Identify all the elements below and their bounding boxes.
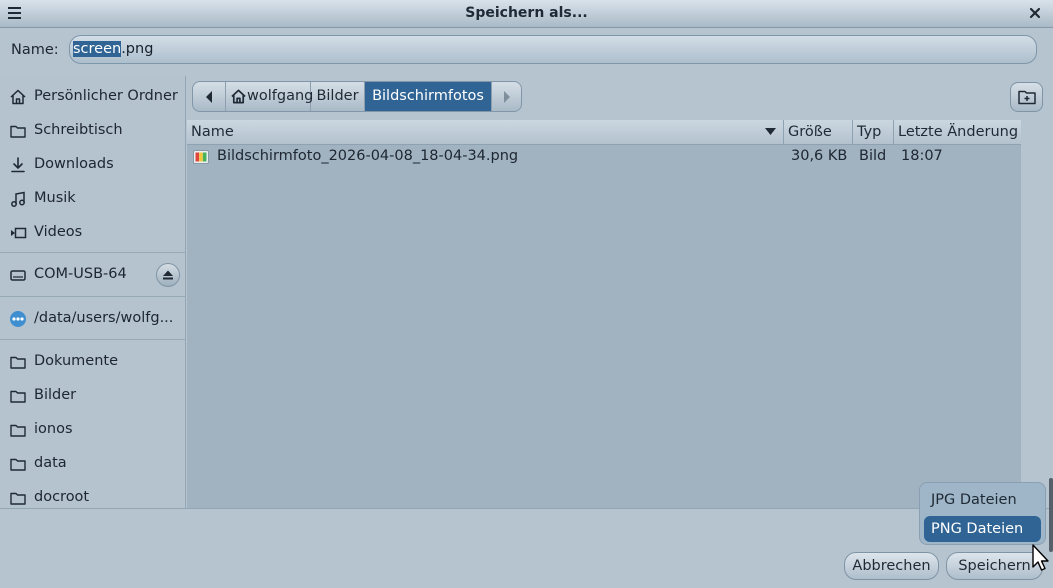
new-folder-button[interactable] (1010, 82, 1043, 112)
video-icon (9, 224, 27, 242)
sidebar-item-label: Bilder (34, 387, 77, 403)
folder-icon (9, 455, 27, 473)
filename-selection: screen (73, 41, 122, 57)
sidebar-item-bookmark-bilder[interactable]: Bilder (0, 379, 185, 411)
drive-icon (9, 266, 27, 284)
eject-icon (160, 267, 176, 283)
column-header-name[interactable]: Name (187, 120, 784, 144)
sidebar-item-label: Downloads (34, 156, 114, 172)
places-sidebar: Persönlicher Ordner Schreibtisch Downloa… (0, 76, 186, 508)
file-list[interactable] (187, 120, 1021, 508)
music-icon (9, 190, 27, 208)
new-folder-icon (1017, 88, 1037, 106)
sidebar-item-label: ionos (34, 421, 73, 437)
sidebar-separator (0, 252, 185, 253)
mouse-pointer-icon (1031, 544, 1051, 574)
file-size: 30,6 KB (791, 148, 848, 164)
sidebar-item-label: docroot (34, 489, 90, 505)
download-icon (9, 156, 27, 174)
file-type-filter-menu: JPG Dateien PNG Dateien (919, 482, 1046, 545)
path-segment-label: Bilder (316, 88, 359, 104)
sidebar-item-label: /data/users/wolfg... (34, 310, 174, 326)
home-icon (230, 88, 247, 105)
column-header-label: Typ (857, 124, 882, 140)
sidebar-item-music[interactable]: Musik (0, 182, 185, 214)
column-header-size[interactable]: Größe (784, 120, 853, 144)
path-segment-home[interactable]: wolfgang (226, 82, 314, 111)
chevron-left-icon (203, 90, 215, 104)
path-segment-bildschirmfotos[interactable]: Bildschirmfotos (365, 82, 492, 111)
sidebar-item-label: Dokumente (34, 353, 119, 369)
path-back-button[interactable] (193, 82, 226, 111)
filename-extension: .png (121, 41, 154, 57)
right-margin (1021, 120, 1053, 508)
column-header-modified[interactable]: Letzte Änderung (894, 120, 1021, 144)
folder-icon (9, 421, 27, 439)
image-file-icon (193, 149, 209, 165)
scrollbar-thumb[interactable] (1049, 478, 1053, 552)
column-header-type[interactable]: Typ (853, 120, 894, 144)
sidebar-item-bookmark-ionos[interactable]: ionos (0, 413, 185, 445)
file-list-header: Name Größe Typ Letzte Änderung (187, 120, 1021, 145)
sidebar-item-bookmark-docroot[interactable]: docroot (0, 481, 185, 508)
sidebar-item-videos[interactable]: Videos (0, 216, 185, 248)
sidebar-item-label: Videos (34, 224, 83, 240)
save-button[interactable]: Speichern (946, 552, 1043, 580)
file-type: Bild (859, 148, 887, 164)
sidebar-item-bookmark-data[interactable]: data (0, 447, 185, 479)
name-label: Name: (11, 42, 59, 58)
close-icon[interactable] (1026, 4, 1044, 22)
folder-icon (9, 489, 27, 507)
folder-icon (9, 353, 27, 371)
sidebar-item-label: data (34, 455, 67, 471)
network-icon (9, 310, 27, 328)
folder-icon (9, 387, 27, 405)
chevron-right-icon (501, 90, 513, 104)
filter-option-jpg[interactable]: JPG Dateien (924, 487, 1041, 513)
folder-icon (9, 122, 27, 140)
path-forward-button[interactable] (492, 82, 521, 111)
column-header-label: Größe (788, 124, 832, 140)
filename-input[interactable]: screen.png (69, 35, 1037, 64)
sidebar-item-network-share[interactable]: /data/users/wolfg... (0, 302, 185, 334)
eject-button[interactable] (156, 263, 180, 287)
dialog-title: Speichern als... (465, 5, 588, 21)
sidebar-item-label: Schreibtisch (34, 122, 123, 138)
sidebar-separator (0, 296, 185, 297)
column-header-label: Letzte Änderung (898, 124, 1019, 140)
sidebar-item-label: Persönlicher Ordner (34, 88, 178, 104)
path-segment-label: wolfgang (247, 88, 314, 104)
sidebar-item-desktop[interactable]: Schreibtisch (0, 114, 185, 146)
path-bar: wolfgang Bilder Bildschirmfotos (192, 81, 522, 112)
file-modified: 18:07 (901, 148, 943, 164)
sidebar-item-label: Musik (34, 190, 76, 206)
sidebar-item-label: COM-USB-64 (34, 266, 127, 282)
sidebar-item-downloads[interactable]: Downloads (0, 148, 185, 180)
hamburger-menu-icon[interactable] (6, 5, 24, 21)
filter-option-png[interactable]: PNG Dateien (924, 516, 1041, 542)
home-icon (9, 88, 27, 106)
sidebar-separator (0, 339, 185, 340)
file-name: Bildschirmfoto_2026-04-08_18-04-34.png (217, 148, 519, 164)
sidebar-item-bookmark-dokumente[interactable]: Dokumente (0, 345, 185, 377)
cancel-button[interactable]: Abbrechen (844, 552, 939, 580)
path-segment-label: Bildschirmfotos (372, 88, 484, 104)
sidebar-item-home[interactable]: Persönlicher Ordner (0, 80, 185, 112)
sort-descending-icon (764, 127, 777, 137)
column-header-label: Name (191, 124, 234, 140)
path-segment-bilder[interactable]: Bilder (311, 82, 365, 111)
